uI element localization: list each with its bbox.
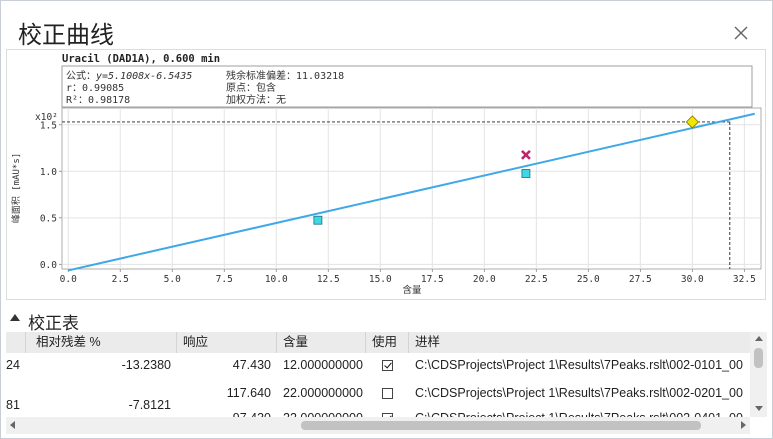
injection-cell: C:\CDSProjects\Project 1\Results\7Peaks.… xyxy=(415,386,743,400)
response-cell: 97.430 xyxy=(177,407,277,417)
amount-cell: 22.000000000 xyxy=(277,407,366,417)
injection-cell: C:\CDSProjects\Project 1\Results\7Peaks.… xyxy=(409,407,750,417)
table-header-row: 相对残差 % 响应 含量 使用 进样 xyxy=(6,332,750,353)
formula-text: y=5.1008x-6.5435 xyxy=(95,71,192,82)
x-axis-ticks: 0.0 2.5 5.0 7.5 10.0 12.5 15.0 17.5 20.0 22.5 25.0… xyxy=(60,269,756,285)
svg-text:公式：y=5.1008x-6.5435: 公式：y=5.1008x-6.5435 xyxy=(66,69,192,82)
x-tick-label: 12.5 xyxy=(317,274,340,285)
section-title: 校正表 xyxy=(28,314,79,334)
x-tick-label: 25.0 xyxy=(577,274,600,285)
calibration-chart: Uracil (DAD1A), 0.600 min 公式：y=5.1008x-6… xyxy=(6,49,766,300)
residual-std: 残余标准偏差：11.03218 xyxy=(226,69,344,82)
residual-cell: -7.8121 xyxy=(128,398,171,412)
x-tick-label: 2.5 xyxy=(112,274,129,285)
horizontal-scrollbar[interactable] xyxy=(6,417,750,434)
y-tick-label: 0.5 xyxy=(40,213,57,224)
x-tick-label: 15.0 xyxy=(369,274,392,285)
dialog-title: 校正曲线 xyxy=(18,21,114,49)
scroll-right-icon[interactable] xyxy=(741,421,746,429)
horizontal-scroll-thumb[interactable] xyxy=(301,421,701,430)
x-axis-label: 含量 xyxy=(402,284,422,296)
collapse-arrow-icon[interactable] xyxy=(10,314,20,321)
column-header-response[interactable]: 响应 xyxy=(177,332,277,353)
column-header-injection[interactable]: 进样 xyxy=(409,332,750,353)
y-multiplier: x10² xyxy=(35,112,58,123)
x-tick-label: 5.0 xyxy=(164,274,181,285)
x-tick-label: 10.0 xyxy=(265,274,288,285)
y-axis-ticks: 0.00.51.01.5 xyxy=(40,120,62,271)
data-point-square xyxy=(313,215,323,225)
scroll-down-icon[interactable] xyxy=(755,406,763,411)
scroll-left-icon[interactable] xyxy=(10,421,15,429)
weight-method: 加权方法：无 xyxy=(226,93,286,106)
column-header-use[interactable]: 使用 xyxy=(366,332,409,353)
x-tick-label: 17.5 xyxy=(421,274,444,285)
r2-value: R²：0.98178 xyxy=(66,95,130,106)
y-tick-label: 0.0 xyxy=(40,260,57,271)
column-header-residual[interactable]: 相对残差 % xyxy=(26,332,177,353)
x-tick-label: 30.0 xyxy=(681,274,704,285)
x-tick-label: 32.5 xyxy=(733,274,756,285)
r-value: r：0.99085 xyxy=(66,83,124,94)
amount-cell: 22.000000000 xyxy=(283,386,363,400)
y-axis-label: 峰面积 [mAU*s] xyxy=(10,153,22,223)
residual-cell: -13.2380 xyxy=(121,358,171,372)
response-cell: 47.430 xyxy=(232,358,271,372)
data-point-square xyxy=(521,169,531,178)
calibration-table: 相对残差 % 响应 含量 使用 进样 24 -13.2380 47.430 12… xyxy=(6,332,750,417)
column-header-amount[interactable]: 含量 xyxy=(277,332,366,353)
injection-cell: C:\CDSProjects\Project 1\Results\7Peaks.… xyxy=(415,358,743,372)
calibration-table-header[interactable]: 校正表 xyxy=(6,307,766,334)
use-checkbox[interactable] xyxy=(382,388,393,399)
use-checkbox[interactable] xyxy=(382,360,393,371)
calibration-curve-dialog: 校正曲线 Uracil (DAD1A), 0.600 min 公式：y=5.10… xyxy=(0,0,773,439)
x-tick-label: 22.5 xyxy=(525,274,548,285)
row-id-cell: 24 xyxy=(6,358,20,372)
vertical-scroll-thumb[interactable] xyxy=(754,348,763,368)
x-tick-label: 7.5 xyxy=(216,274,233,285)
chart-title: Uracil (DAD1A), 0.600 min xyxy=(62,53,220,65)
y-tick-label: 1.0 xyxy=(40,167,57,178)
row-id-cell: 81 xyxy=(6,398,20,412)
plot-area xyxy=(61,107,762,270)
vertical-scrollbar[interactable] xyxy=(750,332,767,417)
x-tick-label: 0.0 xyxy=(60,274,77,285)
amount-cell: 12.000000000 xyxy=(283,358,363,372)
x-tick-label: 27.5 xyxy=(629,274,652,285)
column-header-blank[interactable] xyxy=(6,332,26,353)
formula-label: 公式： xyxy=(66,69,96,82)
response-cell: 117.640 xyxy=(226,386,271,400)
close-icon[interactable] xyxy=(729,21,753,45)
x-tick-label: 20.0 xyxy=(473,274,496,285)
chart-canvas: Uracil (DAD1A), 0.600 min 公式：y=5.1008x-6… xyxy=(10,53,762,296)
origin-info: 原点：包含 xyxy=(226,81,276,94)
scroll-up-icon[interactable] xyxy=(755,336,763,341)
